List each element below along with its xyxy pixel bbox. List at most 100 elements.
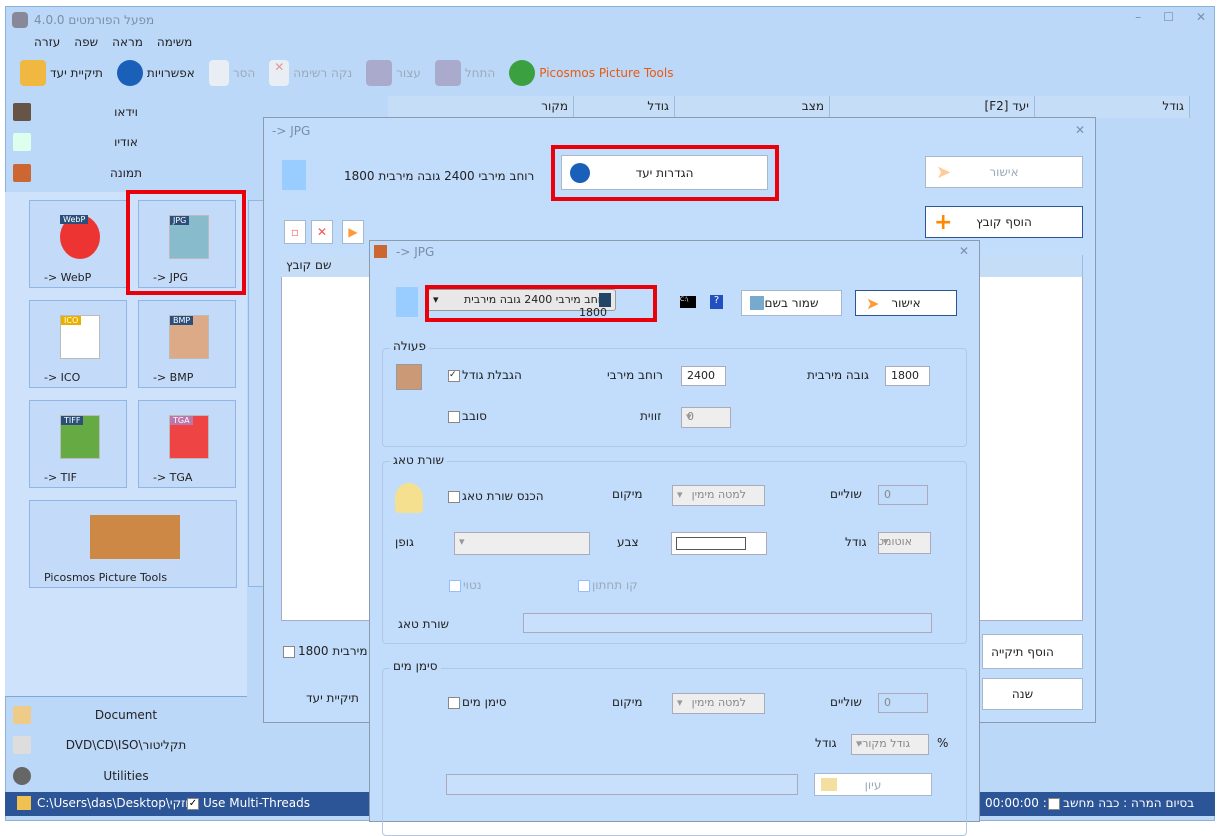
close-button[interactable]: ✕ bbox=[1196, 10, 1206, 24]
tag-margins-input[interactable]: 0 bbox=[878, 485, 928, 505]
highlight-box bbox=[551, 145, 779, 201]
category-audio[interactable]: אודיו bbox=[5, 131, 247, 153]
tile-picosmos[interactable]: Picosmos Picture Tools bbox=[29, 500, 237, 588]
category-video[interactable]: וידאו bbox=[5, 101, 247, 123]
italic-checkbox[interactable] bbox=[449, 580, 461, 592]
max-width-input[interactable]: 2400 bbox=[681, 366, 726, 386]
picosmos-button[interactable]: Picosmos Picture Tools bbox=[509, 60, 673, 86]
options-button[interactable]: אפשרויות bbox=[116, 60, 195, 86]
target-folder-button[interactable]: תיקיית יעד bbox=[20, 60, 103, 86]
position-value: למטה מימין bbox=[691, 696, 746, 709]
close-button[interactable]: ✕ bbox=[959, 244, 969, 258]
watermark-file-input[interactable] bbox=[446, 774, 798, 795]
menu-help[interactable]: עזרה bbox=[34, 35, 60, 49]
music-icon bbox=[13, 133, 31, 151]
partial-checkbox[interactable] bbox=[283, 646, 295, 658]
size-label: גודל bbox=[845, 535, 867, 549]
menu-view[interactable]: מראה bbox=[112, 35, 143, 49]
category-image[interactable]: תמונה bbox=[5, 162, 247, 184]
category-utilities[interactable]: Utilities bbox=[5, 765, 247, 787]
menu-task[interactable]: משימה bbox=[157, 35, 192, 49]
tile-tga[interactable]: TGA -> TGA bbox=[138, 400, 236, 488]
badge: ICO bbox=[61, 316, 82, 325]
change-button[interactable]: שנה bbox=[982, 678, 1083, 710]
resize-icon bbox=[396, 364, 422, 390]
category-label: אודיו bbox=[114, 135, 138, 149]
save-as-button[interactable]: שמור בשם bbox=[741, 290, 842, 316]
output-path[interactable]: C:\Users\das\Desktop\חזקי bbox=[37, 796, 193, 810]
tile-bmp[interactable]: BMP -> BMP bbox=[138, 300, 236, 388]
tile-column-partial bbox=[248, 200, 264, 587]
column-target[interactable]: יעד [F2] bbox=[830, 96, 1035, 118]
ok-button[interactable]: ➤ אישור bbox=[925, 156, 1083, 188]
rotate-checkbox[interactable] bbox=[448, 411, 460, 423]
column-size-2[interactable]: גודל bbox=[1035, 96, 1190, 118]
angle-value: 0 bbox=[687, 410, 694, 423]
app-icon bbox=[374, 245, 387, 258]
document-icon bbox=[13, 706, 31, 724]
minimize-button[interactable]: – bbox=[1135, 10, 1141, 24]
category-dvd[interactable]: DVD\CD\ISO\תקליטור bbox=[5, 734, 247, 756]
multithread-checkbox[interactable]: ✓ bbox=[187, 798, 199, 810]
watermark-position-dropdown[interactable]: למטה מימין bbox=[672, 693, 765, 714]
target-folder-label: תיקיית יעד bbox=[50, 66, 103, 80]
color-picker[interactable] bbox=[671, 532, 767, 555]
column-source[interactable]: מקור bbox=[388, 96, 574, 118]
add-file-button[interactable]: + הוסף קובץ bbox=[925, 206, 1083, 238]
clear-list-button[interactable]: ✕ נקה רשימה bbox=[269, 60, 352, 86]
tag-position-dropdown[interactable]: למטה מימין bbox=[672, 485, 765, 506]
app-title: מפעל הפורמטים 4.0.0 bbox=[34, 13, 155, 27]
clear-files-icon[interactable]: ✕ bbox=[311, 220, 333, 244]
remove-file-icon[interactable]: ▫ bbox=[284, 220, 306, 244]
menu-bar: משימה מראה שפה עזרה bbox=[20, 35, 192, 49]
tile-ico[interactable]: ICO -> ICO bbox=[29, 300, 127, 388]
insert-tag-checkbox[interactable] bbox=[448, 491, 460, 503]
badge: WebP bbox=[60, 215, 89, 224]
tag-line-label: שורת טאג bbox=[398, 617, 449, 631]
close-button[interactable]: ✕ bbox=[1075, 123, 1085, 137]
tile-tif[interactable]: TIFF -> TIF bbox=[29, 400, 127, 488]
tile-webp[interactable]: WebP -> WebP bbox=[29, 200, 127, 288]
help-icon[interactable]: ? bbox=[710, 295, 723, 309]
button-label: אישור bbox=[989, 165, 1019, 179]
start-button[interactable]: התחל bbox=[434, 60, 495, 86]
disc-drive-icon bbox=[13, 736, 31, 754]
position-label: מיקום bbox=[612, 487, 643, 501]
command-line-icon[interactable]: C:\ bbox=[680, 296, 696, 308]
max-height-input[interactable]: 1800 bbox=[885, 366, 930, 386]
app-icon bbox=[12, 12, 28, 28]
options-label: אפשרויות bbox=[146, 66, 195, 80]
shutdown-checkbox[interactable] bbox=[1048, 798, 1060, 810]
column-size[interactable]: גודל bbox=[574, 96, 675, 118]
column-status[interactable]: מצב bbox=[675, 96, 830, 118]
watermark-checkbox[interactable] bbox=[448, 697, 460, 709]
stop-label: עצור bbox=[396, 66, 421, 80]
browse-button[interactable]: עיון bbox=[814, 773, 932, 796]
watermark-margins-input[interactable]: 0 bbox=[878, 693, 928, 713]
font-dropdown[interactable] bbox=[454, 532, 590, 555]
tag-size-dropdown[interactable]: אוטומטי bbox=[878, 532, 931, 554]
group-legend: פעולה bbox=[390, 339, 429, 353]
angle-dropdown[interactable]: 0 bbox=[681, 407, 731, 428]
menu-language[interactable]: שפה bbox=[74, 35, 98, 49]
button-label: הוסף קובץ bbox=[976, 215, 1032, 229]
button-label: שמור בשם bbox=[764, 296, 819, 310]
size-value: אוטומטי bbox=[878, 535, 912, 548]
stop-button[interactable]: עצור bbox=[366, 60, 421, 86]
maximize-button[interactable]: ☐ bbox=[1163, 10, 1174, 24]
category-document[interactable]: Document bbox=[5, 704, 247, 726]
play-icon[interactable]: ▶ bbox=[342, 220, 364, 244]
watermark-size-dropdown[interactable]: גודל מקורי bbox=[851, 734, 929, 755]
remove-button[interactable]: הסר bbox=[208, 60, 255, 86]
add-folder-button[interactable]: הוסף תיקייה bbox=[982, 634, 1083, 669]
folder-icon bbox=[821, 778, 837, 791]
tag-line-input[interactable] bbox=[523, 613, 932, 633]
badge: TGA bbox=[170, 416, 193, 425]
color-label: צבע bbox=[617, 535, 639, 549]
ok-button[interactable]: ➤ אישור bbox=[855, 290, 957, 316]
speech-bubble-icon bbox=[395, 483, 423, 513]
button-label: שנה bbox=[1011, 687, 1034, 701]
group-legend: סימן מים bbox=[390, 659, 441, 673]
limit-size-checkbox[interactable]: ✓ bbox=[448, 370, 460, 382]
underline-checkbox[interactable] bbox=[578, 580, 590, 592]
